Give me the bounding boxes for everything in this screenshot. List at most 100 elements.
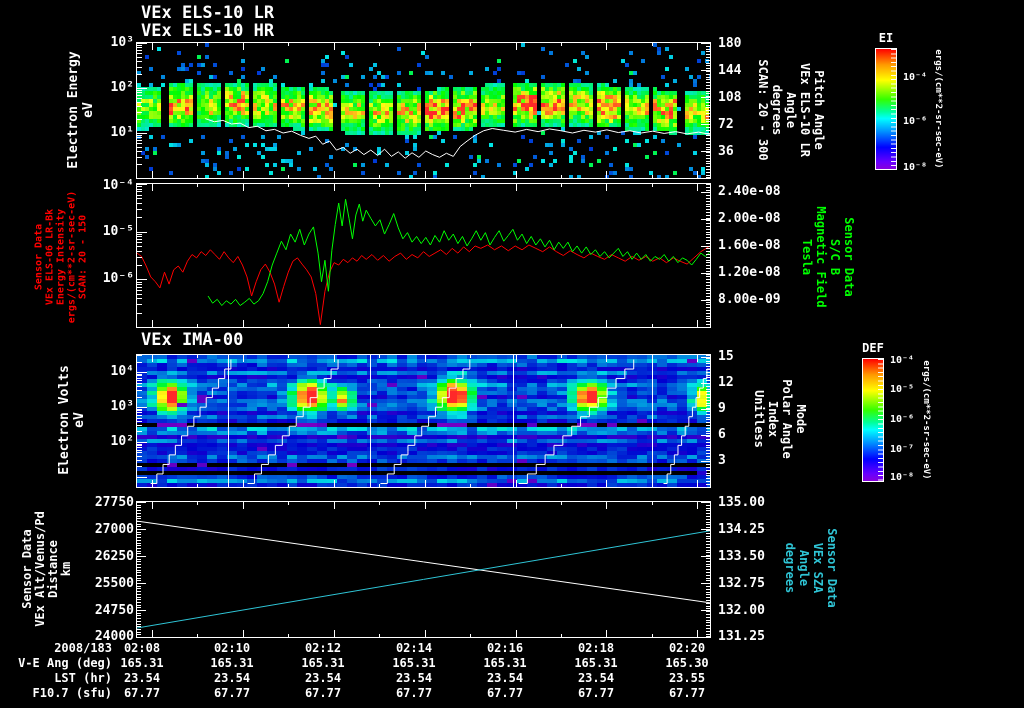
tick-mark — [706, 265, 710, 266]
tick-mark — [470, 184, 471, 187]
tick-mark — [706, 260, 710, 261]
tick-mark — [706, 133, 710, 134]
tick-mark — [137, 102, 142, 103]
footer-value: 67.77 — [123, 686, 161, 700]
tick-mark — [137, 529, 146, 530]
x-tick-label: 02:12 — [304, 641, 342, 655]
tick-mark — [516, 502, 517, 509]
tick-mark — [137, 537, 141, 538]
tick-mark — [706, 282, 710, 283]
tick-mark — [706, 622, 710, 623]
tick-mark — [706, 447, 710, 448]
tick-mark — [334, 184, 335, 191]
tick-mark — [137, 516, 141, 517]
tick-mark — [243, 43, 244, 50]
tick-mark — [706, 141, 710, 142]
tick-mark — [137, 588, 141, 589]
tick-mark — [701, 70, 710, 71]
tick-mark — [706, 572, 710, 573]
tick-mark — [137, 575, 141, 576]
tick-mark — [706, 79, 710, 80]
tick-mark — [706, 318, 710, 319]
tick-mark — [706, 533, 710, 534]
tick-mark — [137, 390, 142, 391]
tick-mark — [137, 106, 142, 107]
tick-mark — [706, 608, 710, 609]
tick-mark — [137, 151, 142, 152]
tick-mark — [137, 578, 141, 579]
tick-mark — [137, 540, 141, 541]
tick-mark — [137, 621, 141, 622]
tick-mark — [137, 445, 142, 446]
tick-mark — [137, 415, 142, 416]
tick-mark — [152, 320, 153, 327]
tick-mark — [137, 564, 141, 565]
tick-mark — [137, 380, 142, 381]
tick-mark — [137, 140, 142, 141]
tick-mark — [516, 320, 517, 327]
tick-mark — [561, 184, 562, 187]
tick-mark — [706, 513, 710, 514]
tick-mark — [706, 631, 710, 632]
footer-value: 165.31 — [210, 656, 254, 670]
tick-mark — [137, 287, 142, 288]
tick-mark — [288, 502, 289, 505]
tick-mark — [137, 279, 147, 280]
tick-mark — [425, 43, 426, 50]
els-title-line1: VEx ELS-10 LR — [141, 3, 275, 23]
tick-mark — [706, 510, 710, 511]
tick-mark — [243, 502, 244, 509]
y-tick-label: 10³ — [110, 35, 134, 50]
tick-mark — [706, 564, 710, 565]
footer-value: 165.30 — [665, 656, 709, 670]
tick-mark — [137, 505, 141, 506]
tick-mark — [470, 355, 471, 358]
tick-mark — [470, 634, 471, 637]
tick-mark — [425, 502, 426, 509]
tick-mark — [137, 375, 142, 376]
tick-mark — [706, 147, 710, 148]
y-tick-label-right: 134.25 — [718, 522, 765, 537]
tick-mark — [706, 611, 710, 612]
tick-mark — [706, 361, 710, 362]
tick-mark — [706, 46, 710, 47]
tick-mark — [334, 320, 335, 327]
tick-mark — [137, 98, 142, 99]
tick-mark — [706, 456, 710, 457]
tick-mark — [137, 602, 141, 603]
tick-mark — [516, 184, 517, 191]
tick-mark — [706, 172, 710, 173]
ei-colorbar — [875, 48, 897, 170]
tick-mark — [137, 421, 142, 422]
tick-mark — [706, 184, 710, 185]
tick-mark — [701, 300, 710, 301]
tick-mark — [706, 380, 710, 381]
vex-quicklook-plot-page: VEx ELS-10 LR VEx ELS-10 HR VEx IMA-00 E… — [0, 0, 1024, 708]
tick-mark — [470, 175, 471, 178]
tick-mark — [706, 307, 710, 308]
tick-mark — [706, 411, 710, 412]
tick-mark — [706, 470, 710, 471]
tick-mark — [706, 547, 710, 548]
tick-mark — [561, 355, 562, 358]
tick-mark — [706, 386, 710, 387]
y-tick-label: 10¹ — [110, 125, 134, 140]
tick-mark — [706, 467, 710, 468]
tick-mark — [706, 508, 710, 509]
tick-mark — [706, 201, 710, 202]
tick-mark — [137, 447, 142, 448]
tick-mark — [137, 164, 142, 165]
energy-intensity-axis-label: Sensor Data VEx ELS-06 LR-Bk Energy Inte… — [33, 190, 89, 324]
tick-mark — [706, 313, 710, 314]
tick-mark — [137, 374, 142, 375]
tick-mark — [706, 232, 710, 233]
tick-mark — [652, 355, 653, 358]
tick-mark — [137, 383, 142, 384]
tick-mark — [288, 484, 289, 487]
tick-mark — [152, 630, 153, 637]
tick-mark — [706, 481, 710, 482]
y-tick-label-right: 12 — [718, 375, 734, 390]
tick-mark — [152, 502, 153, 509]
tick-mark — [137, 284, 142, 285]
y-tick-label-right: 131.25 — [718, 629, 765, 644]
